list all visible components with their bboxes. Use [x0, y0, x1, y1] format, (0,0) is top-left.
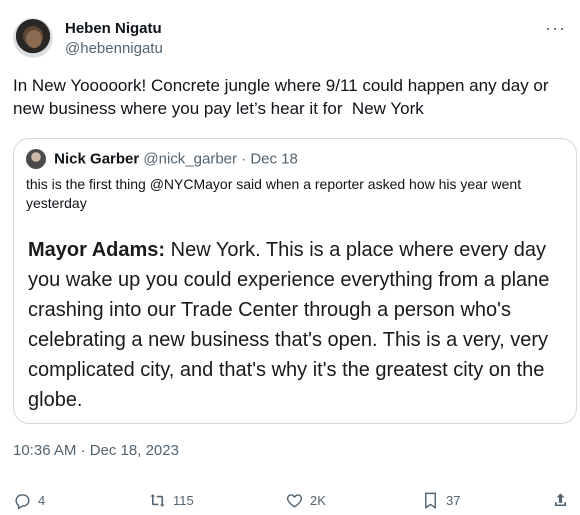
- bookmark-icon: [425, 492, 436, 509]
- repost-icon: [150, 493, 165, 507]
- quoted-date: Dec 18: [250, 150, 298, 168]
- reply-button[interactable]: 4: [13, 490, 45, 510]
- more-options-button[interactable]: ···: [545, 18, 566, 39]
- bookmark-count: 37: [446, 492, 461, 508]
- author-avatar[interactable]: [13, 18, 53, 58]
- repost-button[interactable]: 115: [148, 490, 194, 510]
- quoted-media-body: New York. This is a place where every da…: [28, 239, 550, 411]
- quoted-author-avatar: [26, 149, 46, 169]
- like-icon: [286, 493, 303, 508]
- reply-icon: [15, 493, 30, 510]
- author-handle[interactable]: @hebennigatu: [65, 40, 163, 57]
- tweet-timestamp[interactable]: 10:36 AM · Dec 18, 2023: [13, 442, 179, 459]
- quoted-separator: ·: [241, 150, 247, 168]
- tweet-header: Heben Nigatu @hebennigatu ···: [13, 18, 568, 62]
- quoted-tweet-header: Nick Garber @nick_garber · Dec 18: [26, 149, 298, 169]
- quoted-tweet[interactable]: Nick Garber @nick_garber · Dec 18 this i…: [13, 138, 577, 424]
- quoted-media-text-image[interactable]: Mayor Adams: New York. This is a place w…: [28, 235, 568, 415]
- repost-count: 115: [173, 492, 194, 508]
- quoted-author-display-name: Nick Garber: [54, 150, 140, 168]
- action-bar: 4 115 2K 37: [13, 490, 573, 510]
- quoted-media-speaker: Mayor Adams:: [28, 239, 166, 261]
- quoted-author-handle: @nick_garber: [143, 150, 237, 168]
- tweet-text: In New Yooooork! Concrete jungle where 9…: [13, 76, 554, 118]
- author-display-name[interactable]: Heben Nigatu: [65, 20, 162, 37]
- like-count: 2K: [310, 492, 326, 508]
- bookmark-button[interactable]: 37: [421, 490, 460, 510]
- like-button[interactable]: 2K: [285, 490, 326, 510]
- share-button[interactable]: [551, 490, 570, 510]
- share-icon: [554, 492, 567, 506]
- quoted-tweet-text: this is the first thing @NYCMayor said w…: [26, 176, 522, 211]
- reply-count: 4: [38, 492, 46, 508]
